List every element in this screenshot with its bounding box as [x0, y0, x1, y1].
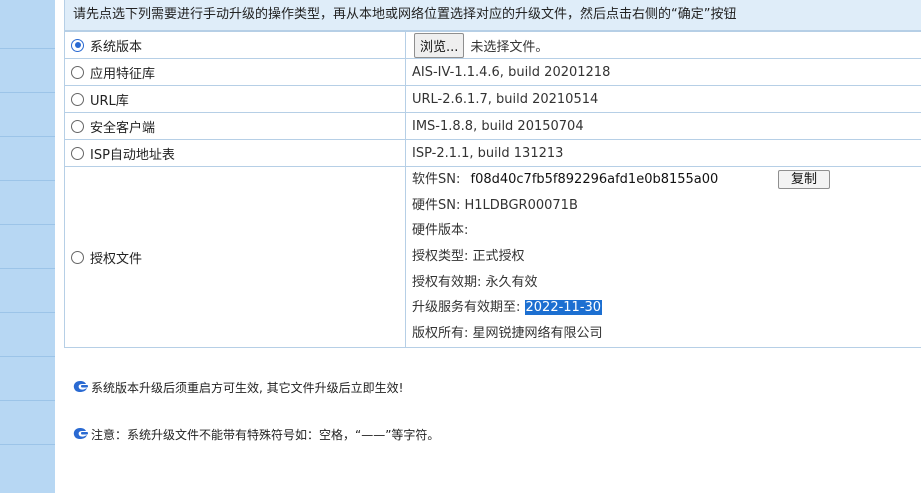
- sidebar-divider: [0, 444, 55, 445]
- sidebar-divider: [0, 400, 55, 401]
- notes: 系统版本升级后须重启方可生效, 其它文件升级后立即生效! 注意：系统升级文件不能…: [72, 378, 439, 472]
- radio-app-signature[interactable]: [71, 65, 84, 79]
- option-cell[interactable]: 安全客户端: [64, 112, 406, 140]
- license-validity: 授权有效期: 永久有效: [412, 274, 538, 290]
- radio-isp-address-table[interactable]: [71, 146, 84, 160]
- sidebar-divider: [0, 180, 55, 181]
- sidebar-divider: [0, 356, 55, 357]
- option-label: 系统版本: [90, 39, 143, 55]
- note-special-chars: 注意：系统升级文件不能带有特殊符号如：空格，“——”等字符。: [72, 425, 439, 445]
- option-label: 应用特征库: [90, 66, 156, 82]
- license-type: 授权类型: 正式授权: [412, 249, 525, 265]
- copy-button[interactable]: 复制: [778, 170, 831, 189]
- radio-url-library[interactable]: [71, 92, 84, 106]
- sidebar-divider: [0, 92, 55, 93]
- left-sidebar: [0, 0, 55, 493]
- option-label: URL库: [90, 93, 129, 109]
- upgrade-service-line: 升级服务有效期至: 2022-11-30: [412, 295, 921, 321]
- instruction-bar: 请先点选下列需要进行手动升级的操作类型，再从本地或网络位置选择对应的升级文件，然…: [64, 0, 921, 31]
- table-row: 系统版本 浏览... 未选择文件。: [64, 31, 921, 59]
- table-row: URL库 URL-2.6.1.7, build 20210514: [64, 85, 921, 113]
- hand-pointer-icon: [72, 426, 89, 446]
- radio-security-client[interactable]: [71, 119, 84, 133]
- version-cell: IMS-1.8.8, build 20150704: [405, 112, 921, 140]
- option-label: 安全客户端: [90, 120, 156, 136]
- file-cell: 浏览... 未选择文件。: [405, 31, 921, 59]
- software-sn-value: f08d40c7fb5f892296afd1e0b8155a00: [470, 172, 719, 187]
- copyright: 版权所有: 星网锐捷网络有限公司: [412, 326, 603, 342]
- note-text: 注意：系统升级文件不能带有特殊符号如：空格，“——”等字符。: [91, 428, 440, 442]
- sidebar-divider: [0, 268, 55, 269]
- hand-pointer-icon: [72, 379, 89, 399]
- software-sn-line: 软件SN: f08d40c7fb5f892296afd1e0b8155a00 复…: [412, 168, 921, 193]
- hardware-sn: 硬件SN: H1LDBGR00071B: [412, 197, 578, 213]
- license-info-cell: 软件SN: f08d40c7fb5f892296afd1e0b8155a00 复…: [405, 166, 921, 348]
- option-cell[interactable]: 应用特征库: [64, 58, 406, 86]
- version-cell: URL-2.6.1.7, build 20210514: [405, 85, 921, 113]
- table-row: 授权文件 软件SN: f08d40c7fb5f892296afd1e0b8155…: [64, 166, 921, 348]
- note-text: 系统版本升级后须重启方可生效, 其它文件升级后立即生效!: [91, 381, 404, 395]
- table-row: 应用特征库 AIS-IV-1.1.4.6, build 20201218: [64, 58, 921, 86]
- option-cell[interactable]: URL库: [64, 85, 406, 113]
- option-cell[interactable]: 系统版本: [64, 31, 406, 59]
- upgrade-service-date: 2022-11-30: [524, 300, 603, 316]
- option-cell[interactable]: ISP自动地址表: [64, 139, 406, 167]
- sidebar-divider: [0, 136, 55, 137]
- note-restart: 系统版本升级后须重启方可生效, 其它文件升级后立即生效!: [72, 378, 439, 398]
- table-row: ISP自动地址表 ISP-2.1.1, build 131213: [64, 139, 921, 167]
- option-label: ISP自动地址表: [90, 147, 175, 163]
- software-sn-label: 软件SN:: [412, 172, 461, 187]
- no-file-text: 未选择文件。: [470, 39, 549, 55]
- version-cell: ISP-2.1.1, build 131213: [405, 139, 921, 167]
- option-label: 授权文件: [90, 251, 143, 267]
- browse-button[interactable]: 浏览...: [414, 32, 465, 58]
- hardware-version: 硬件版本:: [412, 223, 469, 239]
- radio-license-file[interactable]: [71, 250, 84, 264]
- radio-system-version[interactable]: [71, 38, 84, 52]
- table-row: 安全客户端 IMS-1.8.8, build 20150704: [64, 112, 921, 140]
- sidebar-divider: [0, 48, 55, 49]
- version-cell: AIS-IV-1.1.4.6, build 20201218: [405, 58, 921, 86]
- sidebar-divider: [0, 224, 55, 225]
- upgrade-table: 系统版本 浏览... 未选择文件。 应用特征库 AIS-IV-1.1.4.6, b…: [64, 31, 921, 348]
- upgrade-panel: 请先点选下列需要进行手动升级的操作类型，再从本地或网络位置选择对应的升级文件，然…: [64, 0, 921, 348]
- sidebar-divider: [0, 312, 55, 313]
- upgrade-service-label: 升级服务有效期至:: [412, 300, 525, 316]
- option-cell[interactable]: 授权文件: [64, 166, 406, 348]
